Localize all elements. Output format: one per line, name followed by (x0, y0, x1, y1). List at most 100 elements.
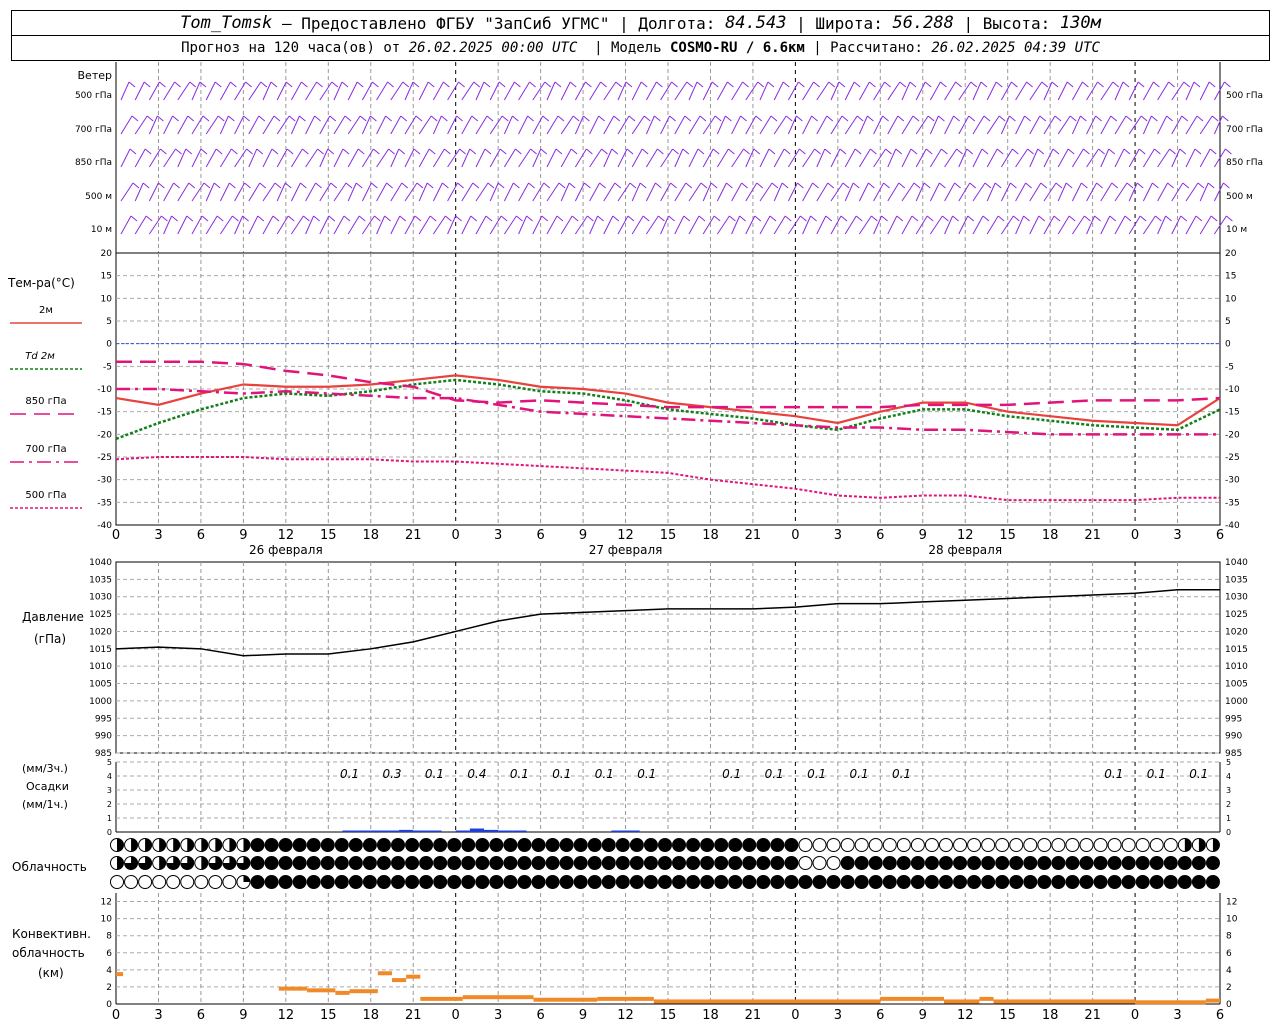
conv-y-tick: 2 (1226, 983, 1232, 993)
temp-y-tick: -20 (97, 430, 112, 440)
wind-barb (674, 182, 687, 202)
temp-x-tick: 6 (197, 528, 205, 543)
cloud-symbol (278, 875, 293, 889)
wind-barb-flag (583, 115, 590, 122)
wind-barb-flag (784, 215, 792, 222)
wind-barb-flag (799, 148, 806, 155)
wind-barb-flag (911, 215, 919, 222)
temp-x-tick: 3 (834, 528, 842, 543)
wind-barb-flag (995, 81, 1003, 88)
wind-barb-flag (171, 215, 178, 222)
wind-barb (461, 182, 474, 202)
conv-y-tick: 12 (101, 898, 112, 908)
wind-barb (1157, 148, 1171, 168)
wind-barb-flag (232, 215, 239, 222)
temp-x-tick: 18 (702, 528, 719, 543)
cloud-symbol (447, 838, 462, 852)
wind-barb (645, 215, 659, 235)
cloud-symbol (531, 875, 546, 889)
wind-barb-flag (428, 148, 436, 155)
cloud-symbol (910, 856, 925, 870)
temp-x-tick: 12 (278, 528, 295, 543)
wind-barb (716, 148, 729, 168)
cloud-symbol (1079, 856, 1094, 870)
wind-barb (688, 148, 699, 168)
cloud-symbol-fill (159, 856, 166, 870)
cloud-symbol (419, 856, 434, 870)
temp-y-tick: -10 (97, 385, 112, 395)
wind-barb (1185, 182, 1199, 202)
cloud-symbol (1177, 875, 1192, 889)
pressure-y-tick: 1020 (89, 627, 112, 637)
wind-barb (177, 182, 190, 202)
wind-barb-flag (331, 81, 339, 88)
wind-barb-flag (938, 115, 945, 122)
cloud-symbol (756, 856, 771, 870)
wind-barb-flag (568, 182, 576, 189)
wind-barb (631, 115, 645, 135)
wind-barb-flag (130, 215, 138, 222)
wind-barb (248, 81, 262, 101)
wind-barb-flag (131, 115, 139, 122)
wind-barb (972, 148, 983, 168)
wind-barb (1213, 182, 1224, 202)
wind-barb-flag (385, 115, 392, 122)
cloud-symbol (517, 856, 532, 870)
wind-barb-flag (313, 215, 320, 222)
wind-barb-flag (966, 148, 974, 155)
wind-barb (660, 182, 672, 202)
wind-barb (858, 182, 869, 202)
pressure-y-tick: 1000 (1225, 697, 1248, 707)
wind-barb (248, 215, 259, 235)
wind-barb-flag (940, 81, 947, 88)
cloud-symbol (812, 875, 827, 889)
cloud-symbol (348, 875, 363, 889)
wind-barb (1071, 215, 1085, 235)
wind-barb (1015, 148, 1029, 168)
wind-barb (120, 115, 133, 135)
wind-barb (716, 215, 730, 235)
wind-barb-flag (952, 215, 959, 222)
wind-level-label: 700 гПа (1226, 125, 1263, 135)
cloud-symbol (419, 838, 434, 852)
cloud-symbol (559, 875, 574, 889)
wind-barb (475, 215, 487, 235)
wind-barb (631, 81, 642, 101)
wind-barb-flag (473, 81, 481, 88)
pressure-y-tick: 1020 (1225, 627, 1248, 637)
meteogram-chart: Ветер 500 гПа 500 гПа 700 гПа 700 гПа 850 гПа… (7, 62, 1263, 1023)
wind-barb (1029, 182, 1042, 202)
cloud-symbol (573, 838, 588, 852)
wind-barb (234, 115, 245, 135)
wind-barb-flag (299, 115, 306, 122)
precip-y-tick: 1 (107, 814, 112, 823)
wind-barb-flag (726, 182, 733, 189)
wind-barb-flag (530, 148, 537, 155)
wind-barb (688, 215, 700, 235)
wind-barb (489, 115, 503, 135)
wind-barb-flag (1068, 215, 1076, 222)
wind-barb (660, 148, 674, 168)
wind-barb (432, 215, 446, 235)
wind-barb-flag (1167, 182, 1174, 189)
cloud-title: Облачность (12, 860, 87, 874)
conv-x-tick: 0 (112, 1008, 120, 1023)
wind-barb-flag (601, 148, 608, 155)
cloud-symbol (1177, 856, 1192, 870)
cloud-symbol (1135, 875, 1150, 889)
wind-barb (347, 148, 359, 168)
wind-barb-flag (1123, 148, 1131, 155)
wind-barb-flag (485, 215, 493, 222)
precip-y-tick: 3 (107, 786, 112, 795)
wind-barb-flag (655, 182, 662, 189)
wind-barb-flag (810, 215, 817, 222)
wind-barb-flag (754, 215, 762, 222)
temp-y-tick: 20 (1225, 249, 1237, 259)
wind-barb-flag (954, 182, 961, 189)
wind-barb (1114, 148, 1125, 168)
wind-barb-flag (458, 81, 465, 88)
cloud-symbol (784, 856, 799, 870)
wind-barb-flag (272, 215, 280, 222)
precip-3h-label: 0.1 (1104, 767, 1123, 781)
cloud-symbol (826, 856, 841, 870)
